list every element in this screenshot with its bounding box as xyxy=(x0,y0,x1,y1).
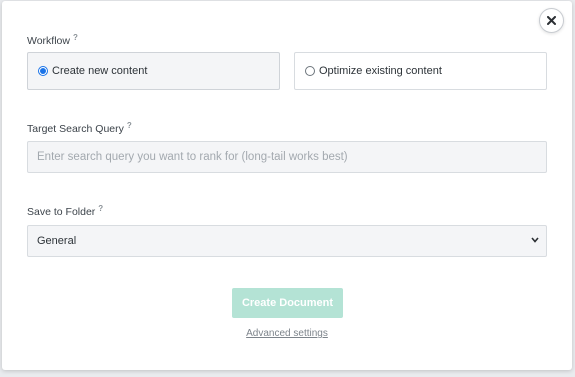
help-icon[interactable]: ? xyxy=(73,33,78,42)
help-icon[interactable]: ? xyxy=(98,204,103,213)
folder-select[interactable]: General xyxy=(27,225,547,257)
advanced-settings-link[interactable]: Advanced settings xyxy=(2,328,572,339)
workflow-label-text: Workflow xyxy=(27,35,70,47)
target-search-query-label: Target Search Query? xyxy=(27,121,132,135)
workflow-option-label: Create new content xyxy=(52,65,148,77)
chevron-down-icon xyxy=(531,237,539,243)
create-document-button[interactable]: Create Document xyxy=(232,288,343,318)
save-to-folder-label: Save to Folder? xyxy=(27,204,103,218)
folder-select-value: General xyxy=(37,235,77,247)
target-search-query-label-text: Target Search Query xyxy=(27,123,124,135)
create-document-modal: Workflow? Create new content Optimize ex… xyxy=(2,1,572,370)
close-button[interactable] xyxy=(539,8,564,33)
workflow-option-optimize[interactable]: Optimize existing content xyxy=(294,52,547,90)
radio-create-new[interactable] xyxy=(38,66,48,76)
radio-optimize-existing[interactable] xyxy=(305,66,315,76)
save-to-folder-label-text: Save to Folder xyxy=(27,206,96,218)
workflow-option-create[interactable]: Create new content xyxy=(27,52,280,90)
workflow-option-label: Optimize existing content xyxy=(319,65,442,77)
search-query-input[interactable] xyxy=(27,141,547,173)
close-icon xyxy=(547,16,556,25)
workflow-label: Workflow? xyxy=(27,33,78,47)
help-icon[interactable]: ? xyxy=(127,121,132,130)
